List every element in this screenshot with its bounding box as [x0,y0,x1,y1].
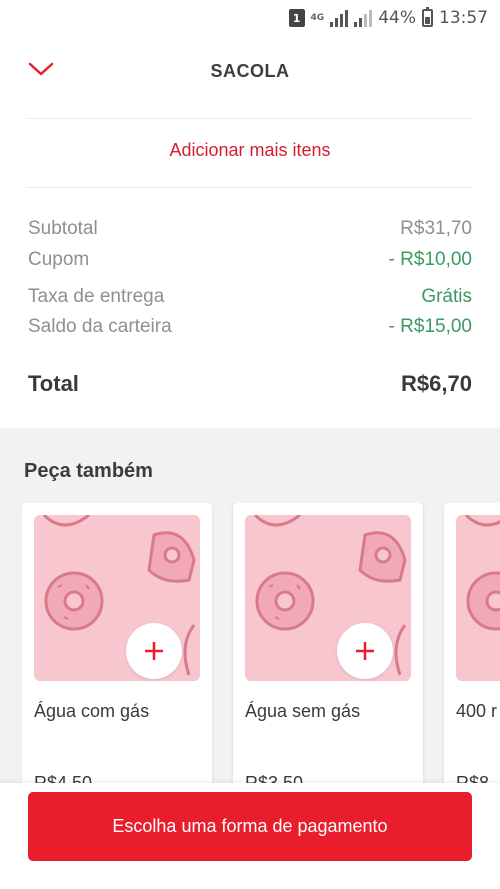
product-name: Água sem gás [245,701,361,721]
choose-payment-button[interactable]: Escolha uma forma de pagamento [28,792,472,861]
coupon-value: - R$10,00 [388,249,472,270]
coupon-row: Cupom - R$10,00 [28,249,472,271]
subtotal-label: Subtotal [28,218,98,239]
total-value: R$6,70 [401,371,472,396]
product-card[interactable]: 400 r R$8, [444,503,500,793]
plus-icon [145,642,163,660]
bottom-bar: Escolha uma forma de pagamento [0,783,500,889]
total-label: Total [28,371,79,396]
suggestions-title: Peça também [24,460,153,482]
product-card[interactable]: Água sem gás R$3,50 [233,503,423,793]
delivery-fee-row: Taxa de entrega Grátis [28,286,472,308]
delivery-fee-label: Taxa de entrega [28,286,165,307]
subtotal-value: R$31,70 [400,218,472,239]
product-image [456,515,500,681]
total-row: Total R$6,70 [28,371,472,397]
wallet-balance-label: Saldo da carteira [28,316,172,337]
product-name: Água com gás [34,701,150,721]
add-to-cart-button[interactable] [337,623,393,679]
wallet-balance-row: Saldo da carteira - R$15,00 [28,316,472,338]
order-summary: Subtotal R$31,70 Cupom - R$10,00 Taxa de… [28,0,472,420]
add-to-cart-button[interactable] [126,623,182,679]
product-card[interactable]: Água com gás R$4,50 [22,503,212,793]
coupon-label: Cupom [28,249,90,270]
plus-icon [356,642,374,660]
suggestions-carousel[interactable]: Água com gás R$4,50 Água sem gás R [22,503,500,793]
product-name: 400 r [456,701,498,721]
subtotal-row: Subtotal R$31,70 [28,218,472,240]
delivery-fee-value: Grátis [421,286,472,307]
donut-pattern-icon [464,515,500,631]
wallet-balance-value: - R$15,00 [388,316,472,337]
